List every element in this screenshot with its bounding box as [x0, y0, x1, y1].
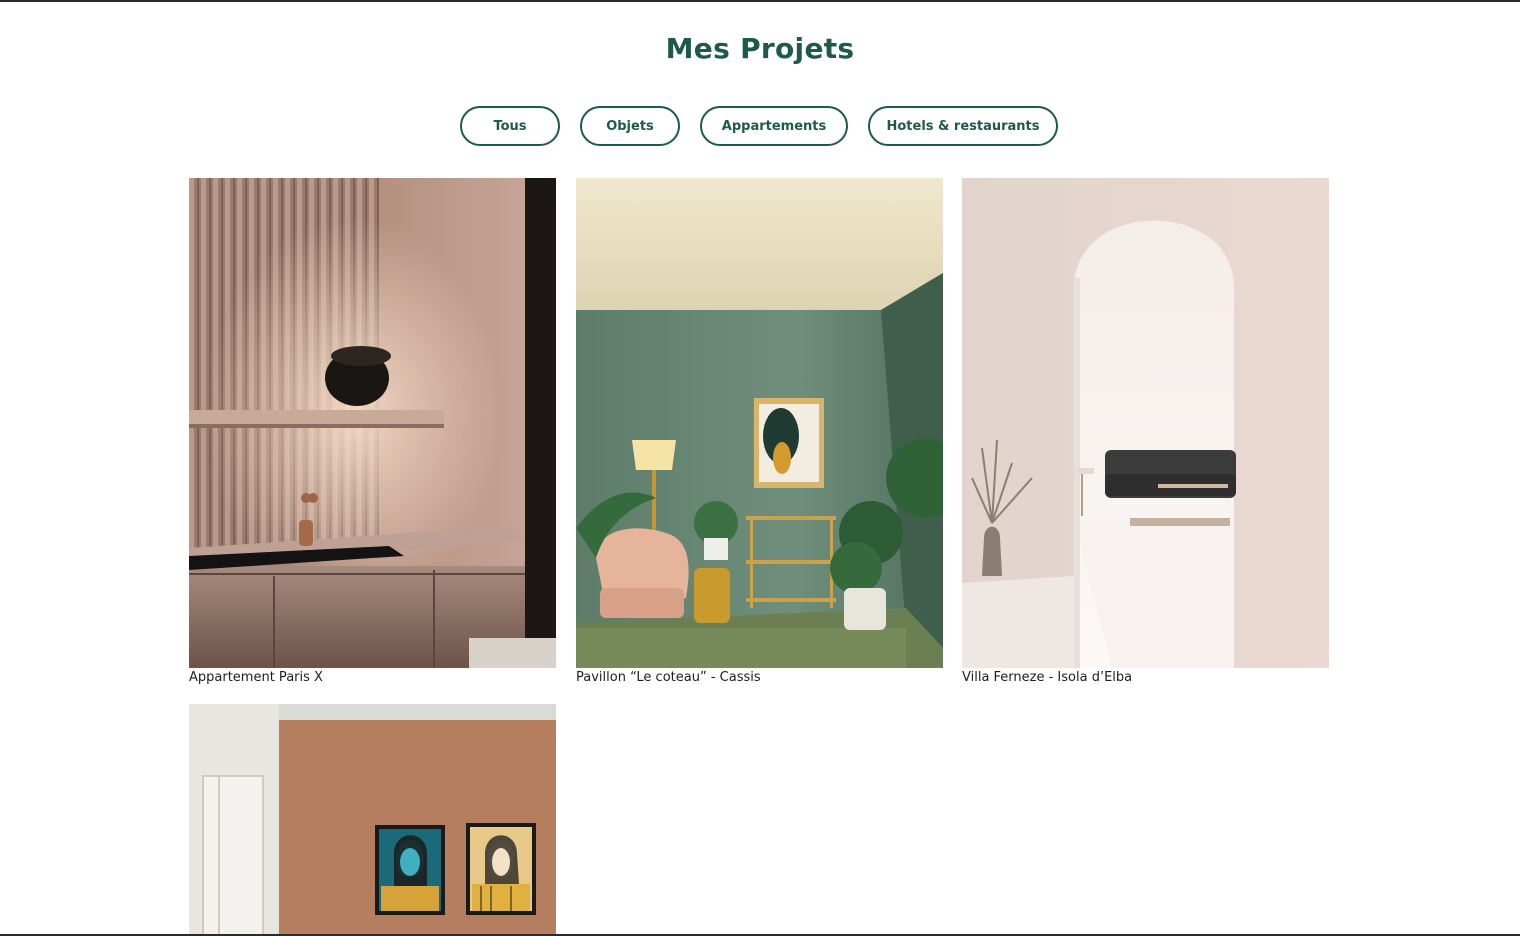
filter-button-objets[interactable]: Objets	[580, 106, 680, 146]
project-caption: Villa Ferneze - Isola d’Elba	[962, 670, 1133, 685]
filter-button-hotels-restaurants[interactable]: Hotels & restaurants	[868, 106, 1058, 146]
filter-button-tous[interactable]: Tous	[460, 106, 560, 146]
filter-button-appartements[interactable]: Appartements	[700, 106, 848, 146]
project-image-terracotta-wall[interactable]	[189, 704, 556, 936]
page-title: Mes Projets	[665, 32, 855, 65]
project-caption: Pavillon “Le coteau” - Cassis	[576, 670, 761, 685]
project-image-kitchen[interactable]	[189, 178, 556, 668]
project-image-green-living-room[interactable]	[576, 178, 943, 668]
filter-bar: Tous Objets Appartements Hotels & restau…	[0, 106, 1520, 146]
projects-page: Mes Projets Tous Objets Appartements Hot…	[0, 0, 1520, 936]
project-image-arch-living-room[interactable]	[962, 178, 1329, 668]
project-caption: Appartement Paris X	[189, 670, 323, 685]
